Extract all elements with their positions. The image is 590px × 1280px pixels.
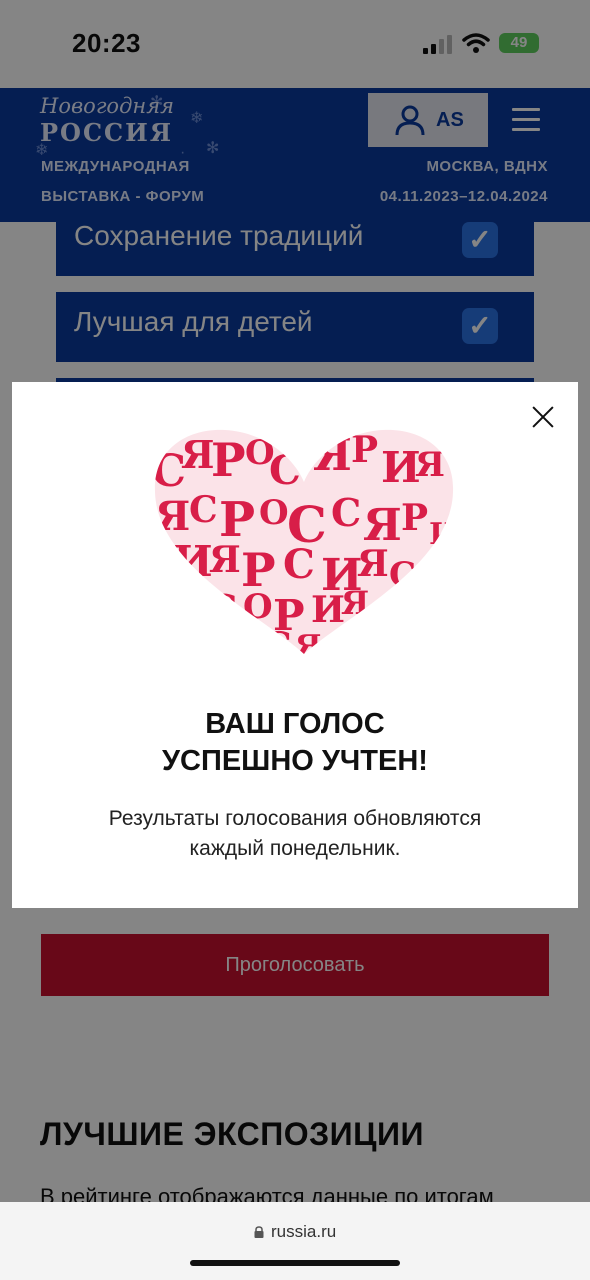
svg-text:Я: Я <box>155 493 190 540</box>
modal-message-line1: Результаты голосования обновляются <box>108 807 482 830</box>
svg-text:Я: Я <box>357 543 389 585</box>
browser-url[interactable]: russia.ru <box>271 1222 336 1242</box>
svg-text:И: И <box>311 589 345 631</box>
svg-text:Я: Я <box>181 432 215 477</box>
svg-text:С: С <box>389 555 416 595</box>
svg-text:С: С <box>283 541 315 588</box>
svg-text:О: О <box>243 587 273 627</box>
heart-letters-illustration: С Я Р О С Я Р И Я Я С Р О С С Я Р И И Я … <box>155 429 457 658</box>
svg-text:Я: Я <box>295 629 321 658</box>
vote-success-modal: С Я Р О С Я Р И Я Я С Р О С С Я Р И И Я … <box>12 382 578 908</box>
svg-text:С: С <box>331 490 361 535</box>
close-icon[interactable] <box>532 406 554 428</box>
svg-text:Я: Я <box>415 445 445 485</box>
svg-text:О: О <box>259 493 289 533</box>
svg-text:С: С <box>189 489 218 531</box>
svg-text:Я: Я <box>313 430 352 481</box>
browser-url-bar[interactable]: russia.ru <box>0 1202 590 1280</box>
svg-text:Я: Я <box>209 539 241 581</box>
svg-text:С: С <box>263 625 292 658</box>
modal-title: ВАШ ГОЛОС УСПЕШНО УЧТЕН! <box>12 706 578 780</box>
svg-text:Р: Р <box>401 497 428 539</box>
svg-text:Р: Р <box>351 429 378 471</box>
svg-text:С: С <box>207 586 237 631</box>
home-indicator[interactable] <box>190 1260 400 1266</box>
modal-message-line2: каждый понедельник. <box>189 837 401 860</box>
svg-text:Р: Р <box>211 433 246 487</box>
svg-text:И: И <box>429 517 457 552</box>
modal-title-line2: УСПЕШНО УЧТЕН! <box>162 745 428 777</box>
modal-message: Результаты голосования обновляются кажды… <box>12 804 578 864</box>
svg-text:Я: Я <box>341 584 369 622</box>
svg-text:С: С <box>269 447 301 494</box>
svg-text:И: И <box>173 537 213 586</box>
modal-title-line1: ВАШ ГОЛОС <box>205 708 385 740</box>
lock-icon <box>254 1226 264 1238</box>
